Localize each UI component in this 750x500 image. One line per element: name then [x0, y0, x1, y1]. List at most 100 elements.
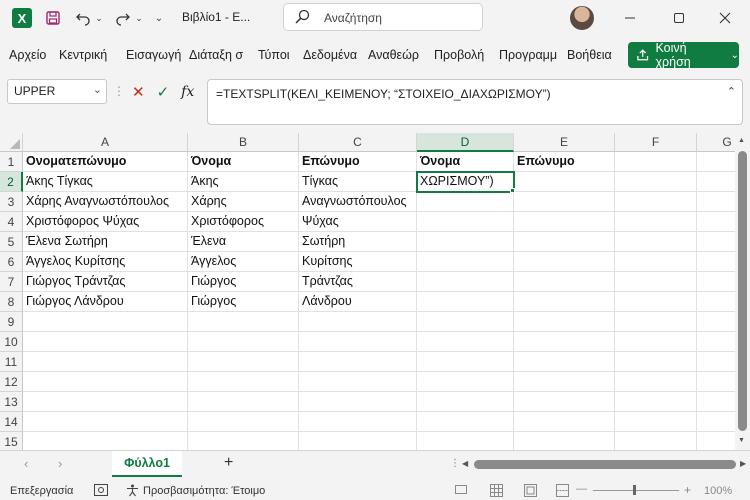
menu-home[interactable]: Κεντρική	[59, 48, 107, 62]
menu-file[interactable]: Αρχείο	[9, 48, 46, 62]
cell-b8[interactable]: Γιώργος	[188, 292, 299, 312]
cell-a2[interactable]: Άκης Τίγκας	[23, 172, 188, 192]
cell-a13[interactable]	[23, 392, 188, 412]
cell-f3[interactable]	[615, 192, 697, 212]
page-break-view-icon[interactable]	[556, 484, 569, 497]
scroll-left-icon[interactable]: ◀	[462, 459, 468, 468]
row-header-4[interactable]: 4	[0, 212, 23, 232]
cell-f1[interactable]	[615, 152, 697, 172]
cell-e11[interactable]	[514, 352, 615, 372]
cell-b13[interactable]	[188, 392, 299, 412]
cell-c1[interactable]: Επώνυμο	[299, 152, 417, 172]
formula-input[interactable]: =TEXTSPLIT(ΚΕΛΙ_ΚΕΙΜΕΝΟΥ; “ΣΤΟΙΧΕΙΟ_ΔΙΑΧ…	[207, 79, 743, 125]
cell-c13[interactable]	[299, 392, 417, 412]
page-layout-view-icon[interactable]	[524, 484, 537, 497]
cell-a10[interactable]	[23, 332, 188, 352]
cell-d2[interactable]: ΧΩΡΙΣΜΟΥ”)	[416, 171, 515, 193]
sheet-tab-active[interactable]: Φύλλο1	[112, 451, 182, 477]
cell-a7[interactable]: Γιώργος Τράντζας	[23, 272, 188, 292]
cell-a3[interactable]: Χάρης Αναγνωστόπουλος	[23, 192, 188, 212]
more-sheets-icon[interactable]: ⋮	[450, 458, 460, 469]
cell-c8[interactable]: Λάνδρου	[299, 292, 417, 312]
menu-help[interactable]: Βοήθεια	[567, 48, 612, 62]
fill-handle[interactable]	[510, 188, 515, 193]
prev-sheet-icon[interactable]: ‹	[24, 456, 28, 471]
cell-d12[interactable]	[417, 372, 514, 392]
cell-d6[interactable]	[417, 252, 514, 272]
accessibility-icon[interactable]	[126, 484, 139, 497]
row-header-7[interactable]: 7	[0, 272, 23, 292]
redo-icon[interactable]	[112, 8, 134, 28]
cancel-icon[interactable]: ✕	[132, 83, 145, 101]
menu-formulas[interactable]: Τύποι	[258, 48, 290, 62]
scroll-down-icon[interactable]: ▼	[738, 437, 745, 444]
cell-b15[interactable]	[188, 432, 299, 452]
cell-e5[interactable]	[514, 232, 615, 252]
row-header-11[interactable]: 11	[0, 352, 23, 372]
cell-b6[interactable]: Άγγελος	[188, 252, 299, 272]
zoom-slider[interactable]	[593, 490, 679, 491]
cell-d10[interactable]	[417, 332, 514, 352]
cell-c4[interactable]: Ψύχας	[299, 212, 417, 232]
cell-f12[interactable]	[615, 372, 697, 392]
row-header-10[interactable]: 10	[0, 332, 23, 352]
cell-c3[interactable]: Αναγνωστόπουλος	[299, 192, 417, 212]
cell-b7[interactable]: Γιώργος	[188, 272, 299, 292]
chevron-down-icon[interactable]: ⌄	[93, 83, 102, 96]
row-header-14[interactable]: 14	[0, 412, 23, 432]
cell-b2[interactable]: Άκης	[188, 172, 299, 192]
cell-d3[interactable]	[417, 192, 514, 212]
cell-f13[interactable]	[615, 392, 697, 412]
cell-c6[interactable]: Κυρίτσης	[299, 252, 417, 272]
cell-e8[interactable]	[514, 292, 615, 312]
cell-e14[interactable]	[514, 412, 615, 432]
cell-a11[interactable]	[23, 352, 188, 372]
cell-e10[interactable]	[514, 332, 615, 352]
next-sheet-icon[interactable]: ›	[58, 456, 62, 471]
cell-e12[interactable]	[514, 372, 615, 392]
worksheet-grid[interactable]: A B C D E F G 1 Ονοματεπώνυμο Όνομα Επώνυμο Όνομα Επ…	[0, 133, 750, 452]
column-header-e[interactable]: E	[514, 133, 615, 152]
cell-a15[interactable]	[23, 432, 188, 452]
menu-data[interactable]: Δεδομένα	[303, 48, 362, 62]
enter-check-icon[interactable]: ✓	[157, 83, 170, 101]
vertical-scroll-thumb[interactable]	[738, 151, 747, 431]
close-icon[interactable]	[713, 6, 737, 30]
cell-a8[interactable]: Γιώργος Λάνδρου	[23, 292, 188, 312]
scroll-up-icon[interactable]: ▲	[738, 137, 745, 144]
row-header-8[interactable]: 8	[0, 292, 23, 312]
cell-e13[interactable]	[514, 392, 615, 412]
cell-c2[interactable]: Τίγκας	[299, 172, 417, 192]
macro-record-icon[interactable]	[94, 484, 108, 496]
cell-d13[interactable]	[417, 392, 514, 412]
menu-view[interactable]: Προβολή	[434, 48, 484, 62]
cell-a14[interactable]	[23, 412, 188, 432]
display-settings-icon[interactable]	[455, 485, 467, 496]
save-icon[interactable]	[42, 8, 64, 28]
user-avatar[interactable]	[570, 6, 594, 30]
cell-c12[interactable]	[299, 372, 417, 392]
cell-b10[interactable]	[188, 332, 299, 352]
normal-view-icon[interactable]	[490, 484, 503, 497]
maximize-icon[interactable]	[667, 6, 691, 30]
cell-f9[interactable]	[615, 312, 697, 332]
cell-d1[interactable]: Όνομα	[417, 152, 514, 172]
cell-f8[interactable]	[615, 292, 697, 312]
cell-e6[interactable]	[514, 252, 615, 272]
cell-f11[interactable]	[615, 352, 697, 372]
zoom-in-icon[interactable]: +	[684, 483, 691, 497]
cell-e7[interactable]	[514, 272, 615, 292]
cell-c14[interactable]	[299, 412, 417, 432]
minimize-icon[interactable]	[618, 6, 642, 30]
cell-f14[interactable]	[615, 412, 697, 432]
accessibility-status[interactable]: Προσβασιμότητα: Έτοιμο	[143, 485, 265, 497]
row-header-9[interactable]: 9	[0, 312, 23, 332]
row-header-13[interactable]: 13	[0, 392, 23, 412]
cell-b4[interactable]: Χριστόφορος	[188, 212, 299, 232]
row-header-15[interactable]: 15	[0, 432, 23, 452]
cell-b1[interactable]: Όνομα	[188, 152, 299, 172]
cell-f10[interactable]	[615, 332, 697, 352]
share-button[interactable]: Κοινή χρήση ⌄	[628, 41, 739, 69]
insert-function-icon[interactable]: fx	[181, 84, 194, 100]
cell-e15[interactable]	[514, 432, 615, 452]
